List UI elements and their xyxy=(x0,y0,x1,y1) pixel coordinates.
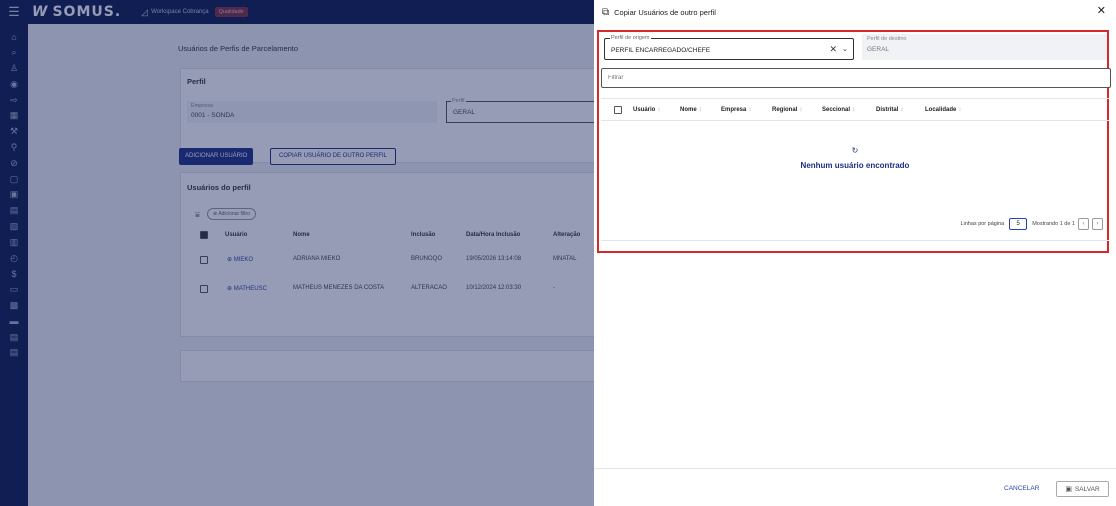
col-distrital[interactable]: Distrital ↕ xyxy=(876,107,903,113)
col-regional[interactable]: Regional ↕ xyxy=(772,107,802,113)
col-seccional-label: Seccional xyxy=(822,107,851,113)
save-button[interactable]: ▣ SALVAR xyxy=(1056,481,1109,497)
prev-page-icon[interactable]: ‹ xyxy=(1078,218,1089,230)
col-empresa-label: Empresa xyxy=(721,107,747,113)
save-label: SALVAR xyxy=(1074,485,1100,493)
dialog-title: ⧉ Copiar Usuários de outro perfil xyxy=(602,7,716,18)
refresh-icon: ↻ xyxy=(851,146,859,155)
origin-profile-value: PERFIL ENCARREGADO/CHEFE xyxy=(611,47,711,54)
col-usuario-label: Usuário xyxy=(633,107,656,113)
clear-icon[interactable]: ✕ xyxy=(829,44,837,55)
sort-icon: ↕ xyxy=(852,107,856,113)
empty-state-message: Nenhum usuário encontrado xyxy=(800,161,910,170)
sort-icon: ↕ xyxy=(900,107,904,113)
origin-profile-select[interactable]: Perfil de origem PERFIL ENCARREGADO/CHEF… xyxy=(604,35,854,60)
col-localidade[interactable]: Localidade ↕ xyxy=(925,107,961,113)
copy-icon: ⧉ xyxy=(602,7,610,18)
col-usuario[interactable]: Usuário ↕ xyxy=(633,107,660,113)
destination-profile-label: Perfil de destino xyxy=(867,36,907,42)
close-icon[interactable]: ✕ xyxy=(1097,4,1106,17)
next-page-icon[interactable]: › xyxy=(1092,218,1103,230)
destination-profile-field: Perfil de destino GERAL xyxy=(862,34,1107,60)
dialog-title-text: Copiar Usuários de outro perfil xyxy=(614,8,716,17)
destination-profile-value: GERAL xyxy=(867,46,890,53)
sort-icon: ↕ xyxy=(698,107,702,113)
select-all-checkbox[interactable] xyxy=(614,106,622,114)
sort-icon: ↕ xyxy=(958,107,962,113)
copy-users-dialog: ⧉ Copiar Usuários de outro perfil ✕ Perf… xyxy=(594,0,1116,506)
users-table: Usuário ↕ Nome ↕ Empresa ↕ Regional ↕ Seccio… xyxy=(601,98,1109,241)
col-seccional[interactable]: Seccional ↕ xyxy=(822,107,855,113)
save-icon: ▣ xyxy=(1065,486,1072,493)
highlight-frame: Perfil de origem PERFIL ENCARREGADO/CHEF… xyxy=(597,30,1111,253)
sort-icon: ↕ xyxy=(657,107,661,113)
chevron-down-icon[interactable]: ⌄ xyxy=(842,45,848,53)
col-empresa[interactable]: Empresa ↕ xyxy=(721,107,751,113)
pagination-status: Mostrando 1 de 1 xyxy=(1032,221,1075,227)
col-nome[interactable]: Nome ↕ xyxy=(680,107,702,113)
cancel-button[interactable]: CANCELAR xyxy=(1004,485,1039,492)
col-regional-label: Regional xyxy=(772,107,798,113)
col-localidade-label: Localidade xyxy=(925,107,957,113)
sort-icon: ↕ xyxy=(799,107,803,113)
table-header: Usuário ↕ Nome ↕ Empresa ↕ Regional ↕ Seccio… xyxy=(601,99,1109,121)
rows-per-page-select[interactable]: 5 xyxy=(1009,218,1028,230)
sort-icon: ↕ xyxy=(748,107,752,113)
col-nome-label: Nome xyxy=(680,107,697,113)
pagination: Linhas por página 5 Mostrando 1 de 1 ‹ › xyxy=(960,218,1103,230)
filter-input[interactable] xyxy=(601,68,1111,88)
dialog-footer: CANCELAR ▣ SALVAR xyxy=(594,468,1116,506)
app-root: ☰ W SOMUS. ◿ Workspace Cobrança Qualidade… xyxy=(0,0,1116,506)
origin-profile-label: Perfil de origem xyxy=(610,35,651,42)
rows-per-page-label: Linhas por página xyxy=(960,221,1005,227)
col-distrital-label: Distrital xyxy=(876,107,899,113)
